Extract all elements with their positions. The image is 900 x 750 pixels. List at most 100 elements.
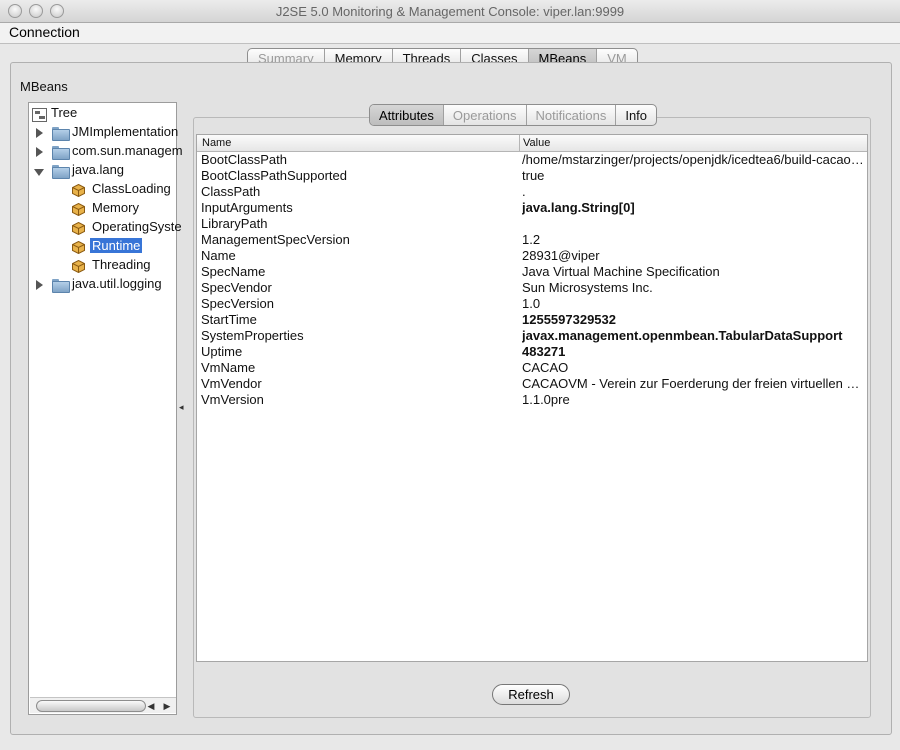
column-header-name[interactable]: Name [202,137,231,149]
disclosure-collapsed-icon[interactable] [36,280,43,290]
folder-icon [52,146,70,160]
attribute-name: SpecName [201,264,266,279]
attribute-value[interactable]: 483271 [522,344,866,360]
tree-root-icon [32,108,47,122]
attribute-name: Uptime [201,344,243,359]
scrollbar-thumb[interactable] [36,700,146,712]
attribute-value[interactable]: 1255597329532 [522,312,866,328]
attribute-name: SystemProperties [201,328,304,343]
tree-node-label: com.sun.managem [72,143,183,158]
table-row[interactable]: Name 28931@viper [197,248,867,264]
subtab-info[interactable]: Info [616,105,656,125]
tree-node-label-selected: Runtime [90,238,143,253]
table-row[interactable]: LibraryPath [197,216,867,232]
tree-root[interactable]: Tree [29,105,169,124]
subtab-operations[interactable]: Operations [444,105,527,125]
attribute-value[interactable]: 1.1.0pre [522,392,866,408]
attribute-value[interactable]: CACAO [522,360,866,376]
tree-node[interactable]: ClassLoading [29,181,176,200]
folder-icon [52,165,70,179]
attribute-name: InputArguments [201,200,293,215]
table-row[interactable]: SpecVendor Sun Microsystems Inc. [197,280,867,296]
attribute-name: Name [201,248,236,263]
attribute-name: VmVersion [201,392,264,407]
column-divider[interactable] [519,135,520,152]
table-row[interactable]: VmVendor CACAOVM - Verein zur Foerderung … [197,376,867,392]
tree-node-label: ClassLoading [92,181,171,196]
column-header-value[interactable]: Value [523,137,550,149]
table-row[interactable]: VmName CACAO [197,360,867,376]
attribute-value[interactable]: Java Virtual Machine Specification [522,264,866,280]
mbean-icon [72,241,85,254]
attribute-value[interactable]: /home/mstarzinger/projects/openjdk/icedt… [522,152,866,168]
attributes-table: Name Value BootClassPath/home/mstarzinge… [196,134,868,662]
attribute-name: ManagementSpecVersion [201,232,350,247]
window-title: J2SE 5.0 Monitoring & Management Console… [275,4,625,19]
table-row[interactable]: VmVersion 1.1.0pre [197,392,867,408]
attribute-name: SpecVendor [201,280,272,295]
table-row[interactable]: SpecName Java Virtual Machine Specificati… [197,264,867,280]
table-row[interactable]: SystemProperties javax.management.openmbe… [197,328,867,344]
subtab-attributes[interactable]: Attributes [370,105,444,125]
attribute-value[interactable]: 28931@viper [522,248,866,264]
tree-node[interactable]: OperatingSyste [29,219,182,238]
menu-bar: Connection [0,23,900,44]
subtab-notifications[interactable]: Notifications [527,105,617,125]
folder-icon [52,127,70,141]
attribute-name: SpecVersion [201,296,274,311]
table-row[interactable]: SpecVersion 1.0 [197,296,867,312]
tree-node-label: java.lang [72,162,125,177]
tree-node[interactable]: JMImplementation [29,124,178,143]
table-row[interactable]: StartTime 1255597329532 [197,312,867,328]
mbean-icon [72,260,85,273]
table-row[interactable]: ManagementSpecVersion 1.2 [197,232,867,248]
table-row[interactable]: BootClassPathSupported true [197,168,867,184]
tree-node[interactable]: com.sun.managem [29,143,183,162]
title-bar[interactable]: J2SE 5.0 Monitoring & Management Console… [0,0,900,23]
attribute-name: BootClassPath [201,152,287,167]
table-row[interactable]: Uptime 483271 [197,344,867,360]
table-row[interactable]: ClassPath. [197,184,867,200]
window: J2SE 5.0 Monitoring & Management Console… [0,0,900,750]
attribute-value[interactable]: 1.2 [522,232,866,248]
tree-node-label: Memory [92,200,139,215]
menu-connection[interactable]: Connection [9,24,80,40]
disclosure-collapsed-icon[interactable] [36,147,43,157]
attribute-name: VmVendor [201,376,262,391]
folder-icon [52,279,70,293]
tree-node[interactable]: java.util.logging [29,276,176,295]
splitter-collapse-icon[interactable]: ◂ [179,402,184,413]
attribute-name: LibraryPath [201,216,268,231]
attribute-value[interactable]: java.lang.String[0] [522,200,866,216]
disclosure-collapsed-icon[interactable] [36,128,43,138]
mbean-icon [72,203,85,216]
tree-node-label: java.util.logging [72,276,162,291]
attribute-value[interactable]: CACAOVM - Verein zur Foerderung der frei… [522,376,866,392]
tree-root-label: Tree [51,105,78,120]
tree-node[interactable]: Memory [29,200,176,219]
table-header: Name Value [197,135,867,152]
attribute-value[interactable]: 1.0 [522,296,866,312]
mbeans-group-label: MBeans [19,79,69,94]
scroll-right-arrow-icon[interactable]: ▶ [160,699,174,713]
attribute-value[interactable]: . [522,184,866,200]
attribute-value[interactable]: true [522,168,866,184]
tree-horizontal-scrollbar[interactable]: ◀ ▶ [30,697,176,713]
table-row[interactable]: InputArguments java.lang.String[0] [197,200,867,216]
disclosure-expanded-icon[interactable] [34,169,44,176]
attribute-name: VmName [201,360,256,375]
mbean-tree[interactable]: Tree JMImplementation com.sun.managem java… [28,102,183,715]
attribute-value[interactable]: Sun Microsystems Inc. [522,280,866,296]
tree-node[interactable]: Threading [29,257,176,276]
tree-node[interactable]: Runtime [29,238,176,257]
scroll-left-arrow-icon[interactable]: ◀ [144,699,158,713]
attribute-name: ClassPath [201,184,261,199]
tree-node-label: Threading [92,257,151,272]
mbean-icon [72,222,85,235]
table-row[interactable]: BootClassPath/home/mstarzinger/projects/… [197,152,867,168]
attribute-value[interactable]: javax.management.openmbean.TabularDataSu… [522,328,866,344]
refresh-button[interactable]: Refresh [492,684,570,705]
attribute-name: StartTime [201,312,257,327]
mbean-icon [72,184,85,197]
tree-node[interactable]: java.lang [29,162,176,181]
